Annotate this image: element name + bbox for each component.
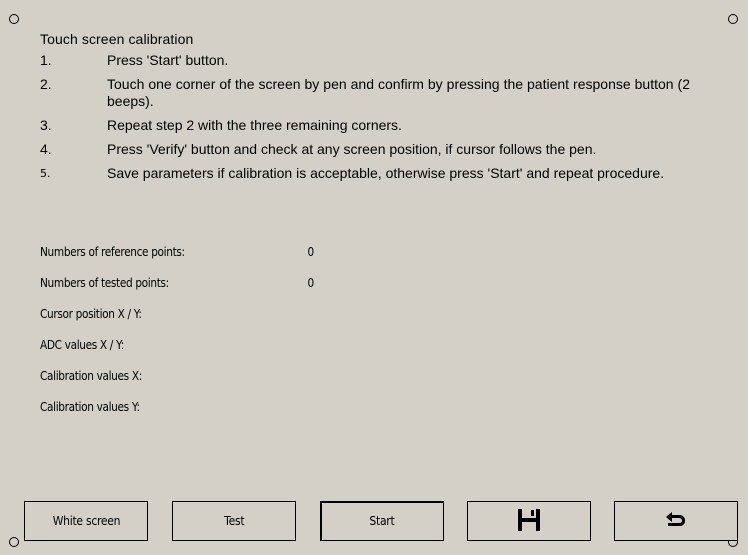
page-title: Touch screen calibration <box>40 31 194 47</box>
step-number: 1. <box>40 52 52 68</box>
tested-points-value: 0 <box>307 276 315 290</box>
reference-points-label: Numbers of reference points: <box>40 245 185 259</box>
step-number: 3. <box>40 117 52 133</box>
save-button[interactable] <box>467 501 591 541</box>
step-text: Repeat step 2 with the three remaining c… <box>107 117 402 133</box>
instruction-step: 5. Save parameters if calibration is acc… <box>40 165 690 182</box>
back-button[interactable] <box>614 501 738 541</box>
step-text: Press 'Verify' button and check at any s… <box>107 141 597 157</box>
start-button-label: Start <box>369 514 395 528</box>
step-number: 2. <box>40 76 52 92</box>
corner-marker-top-left <box>9 14 19 24</box>
instruction-step: 1. Press 'Start' button. <box>40 52 690 69</box>
white-screen-button[interactable]: White screen <box>24 501 148 541</box>
adc-values-label: ADC values X / Y: <box>40 338 124 352</box>
cursor-position-row: Cursor position X / Y: <box>40 307 410 323</box>
step-text: Press 'Start' button. <box>107 52 229 68</box>
tested-points-row: Numbers of tested points: 0 <box>40 276 410 292</box>
white-screen-button-label: White screen <box>52 514 120 528</box>
instruction-step: 4. Press 'Verify' button and check at an… <box>40 141 690 158</box>
calibration-y-row: Calibration values Y: <box>40 400 410 416</box>
calibration-x-label: Calibration values X: <box>40 369 142 383</box>
corner-marker-bottom-left <box>9 537 19 547</box>
step-number: 5. <box>40 167 51 180</box>
reference-points-value: 0 <box>307 245 315 259</box>
calibration-x-row: Calibration values X: <box>40 369 410 385</box>
calibration-info-panel: Numbers of reference points: 0 Numbers o… <box>40 245 460 431</box>
step-number: 4. <box>40 141 52 157</box>
instruction-list: 1. Press 'Start' button. 2. Touch one co… <box>40 52 690 189</box>
tested-points-label: Numbers of tested points: <box>40 276 169 290</box>
floppy-disk-icon <box>516 507 542 536</box>
cursor-position-label: Cursor position X / Y: <box>40 307 142 321</box>
step-text: Save parameters if calibration is accept… <box>107 165 665 181</box>
adc-values-row: ADC values X / Y: <box>40 338 410 354</box>
instruction-step: 2. Touch one corner of the screen by pen… <box>40 76 690 110</box>
test-button[interactable]: Test <box>172 501 296 541</box>
reference-points-row: Numbers of reference points: 0 <box>40 245 410 261</box>
instruction-step: 3. Repeat step 2 with the three remainin… <box>40 117 690 134</box>
return-arrow-icon <box>665 511 687 531</box>
step-text: Touch one corner of the screen by pen an… <box>107 76 690 109</box>
start-button[interactable]: Start <box>320 501 444 541</box>
test-button-label: Test <box>223 514 245 528</box>
calibration-y-label: Calibration values Y: <box>40 400 140 414</box>
corner-marker-top-right <box>728 14 738 24</box>
